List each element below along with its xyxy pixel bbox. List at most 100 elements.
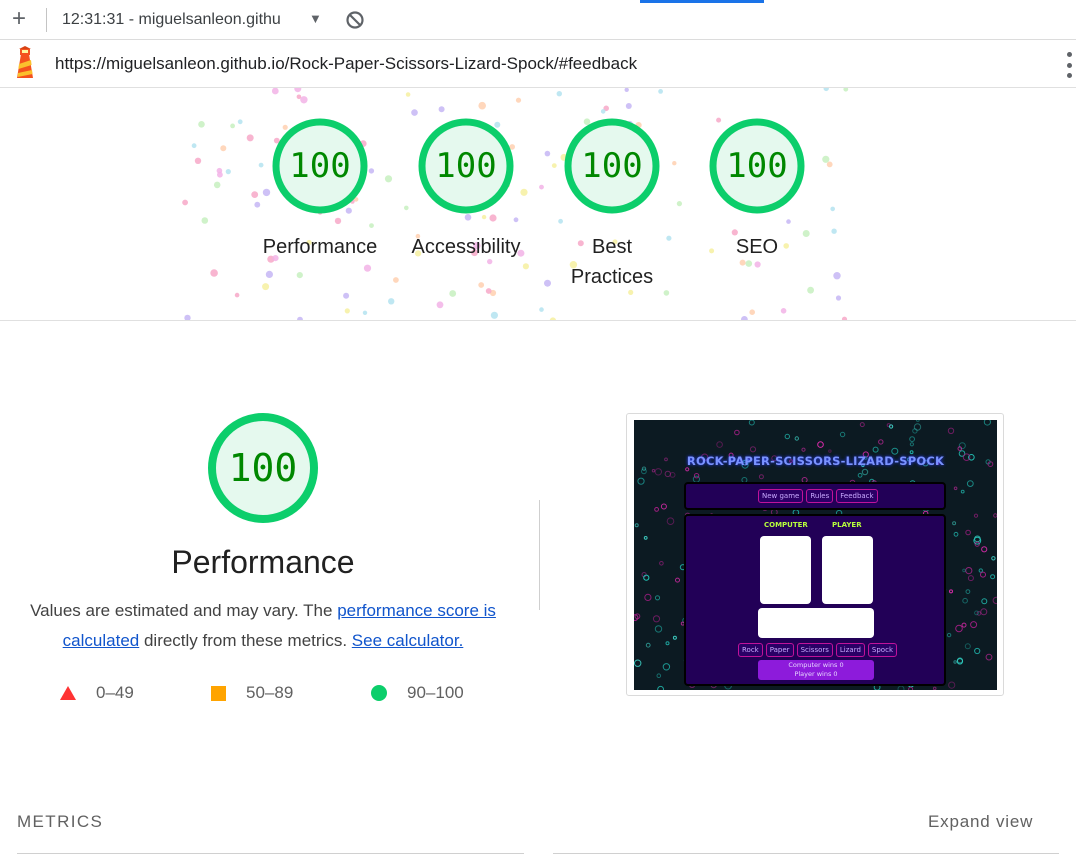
bubble <box>947 427 955 435</box>
choice-buttons: Rock Paper Scissors Lizard Spock <box>738 643 897 657</box>
bubble <box>983 420 991 426</box>
confetti-dot <box>478 101 487 110</box>
bubble <box>662 663 671 671</box>
metrics-title: METRICS <box>17 812 104 831</box>
confetti-dot <box>841 316 848 320</box>
bubble <box>949 589 953 594</box>
metrics-divider <box>553 853 1059 854</box>
confetti-dot <box>343 292 350 299</box>
confetti-dot <box>210 269 218 277</box>
more-options-icon[interactable] <box>1064 52 1074 78</box>
gauge-best-practices[interactable]: 100 Best Practices <box>546 118 678 292</box>
new-tab-plus-icon[interactable]: + <box>8 7 30 31</box>
legend-fail: 0–49 <box>60 682 134 704</box>
confetti-dot <box>246 134 254 142</box>
bubble <box>817 441 824 448</box>
confetti-dot <box>405 92 411 97</box>
block-icon[interactable] <box>345 10 365 30</box>
confetti-dot <box>388 298 395 305</box>
confetti-dot <box>490 311 498 319</box>
bubble <box>716 441 723 448</box>
bubble <box>794 436 800 441</box>
description-text: directly from these metrics. <box>139 631 352 650</box>
bubble <box>685 467 690 472</box>
bubble <box>660 503 667 510</box>
tab-separator <box>46 8 47 32</box>
confetti-dot <box>780 308 787 314</box>
confetti-dot <box>297 316 303 320</box>
tab-title[interactable]: 12:31:31 - miguelsanleon.githu <box>62 11 306 31</box>
gauge-label: SEO <box>735 236 779 258</box>
bubble <box>953 531 959 537</box>
legend-average: 50–89 <box>211 682 293 704</box>
section-divider <box>539 500 540 610</box>
bubble <box>878 439 884 445</box>
dropdown-arrow-icon[interactable]: ▼ <box>309 11 322 26</box>
square-icon <box>211 685 226 701</box>
performance-score: 100 <box>228 446 298 490</box>
gauge-score: 100 <box>289 146 351 186</box>
lighthouse-icon <box>17 46 33 78</box>
bubble <box>960 489 965 494</box>
bubble <box>637 477 645 485</box>
confetti-dot <box>213 181 221 189</box>
confetti-dot <box>300 96 308 104</box>
see-calculator-link[interactable]: See calculator. <box>352 631 464 650</box>
bubble <box>981 598 988 605</box>
active-tab-indicator <box>640 0 764 3</box>
bubble <box>666 517 675 525</box>
confetti-dot <box>539 307 544 312</box>
lizard-button: Lizard <box>835 643 865 657</box>
bubble <box>659 561 664 566</box>
bubble <box>953 486 958 491</box>
confetti-dot <box>237 119 243 125</box>
bubble <box>973 513 979 518</box>
confetti-dot <box>384 175 393 183</box>
gauge-score: 100 <box>581 146 643 186</box>
gauge-seo[interactable]: 100 SEO <box>692 118 822 262</box>
bubble <box>654 595 661 601</box>
bubble <box>966 480 974 487</box>
tab-bar: + 12:31:31 - miguelsanleon.githu ▼ <box>0 0 1076 40</box>
gauge-accessibility[interactable]: 100 Accessibility <box>401 118 531 262</box>
confetti-dot <box>549 317 557 320</box>
computer-wins: Computer wins 0 <box>788 661 844 669</box>
bubble <box>909 442 914 447</box>
confetti-dot <box>835 295 842 301</box>
scores-header: 100 Performance 100 Accessibility 100 Be… <box>0 88 1076 321</box>
player-card <box>822 536 873 604</box>
paper-button: Paper <box>765 643 794 657</box>
confetti-dot <box>625 103 632 109</box>
confetti-dot <box>843 88 849 92</box>
bubble <box>908 686 914 690</box>
bubble <box>990 574 996 580</box>
final-screenshot[interactable]: ROCK-PAPER-SCISSORS-LIZARD-SPOCK New gam… <box>634 420 997 690</box>
game-board: COMPUTER PLAYER Rock Paper Scissors Liza… <box>684 514 946 686</box>
bubble <box>801 447 806 452</box>
bubble <box>946 632 952 638</box>
game-title: ROCK-PAPER-SCISSORS-LIZARD-SPOCK <box>686 454 945 468</box>
bubble <box>664 470 671 478</box>
bubble <box>749 446 757 453</box>
confetti-dot <box>478 282 485 288</box>
confetti-dot <box>265 270 273 278</box>
bubble <box>967 575 974 582</box>
bubble <box>962 597 968 604</box>
legend-range: 90–100 <box>407 683 464 702</box>
bubble <box>965 589 971 595</box>
bubble <box>859 422 865 428</box>
confetti-dot <box>449 290 457 297</box>
bubble <box>974 610 979 616</box>
bubble <box>897 685 905 690</box>
url-text[interactable]: https://miguelsanleon.github.io/Rock-Pap… <box>55 54 637 74</box>
confetti-dot <box>515 97 522 103</box>
gauge-performance[interactable]: 100 Performance <box>255 118 385 262</box>
bubble <box>665 641 670 646</box>
performance-description: Values are estimated and may vary. The p… <box>16 596 510 656</box>
confetti-dot <box>294 88 302 93</box>
player-label: PLAYER <box>832 521 862 529</box>
bubble <box>913 423 922 431</box>
expand-view-button[interactable]: Expand view <box>928 812 1033 832</box>
rock-button: Rock <box>738 643 763 657</box>
bubble <box>980 571 986 578</box>
